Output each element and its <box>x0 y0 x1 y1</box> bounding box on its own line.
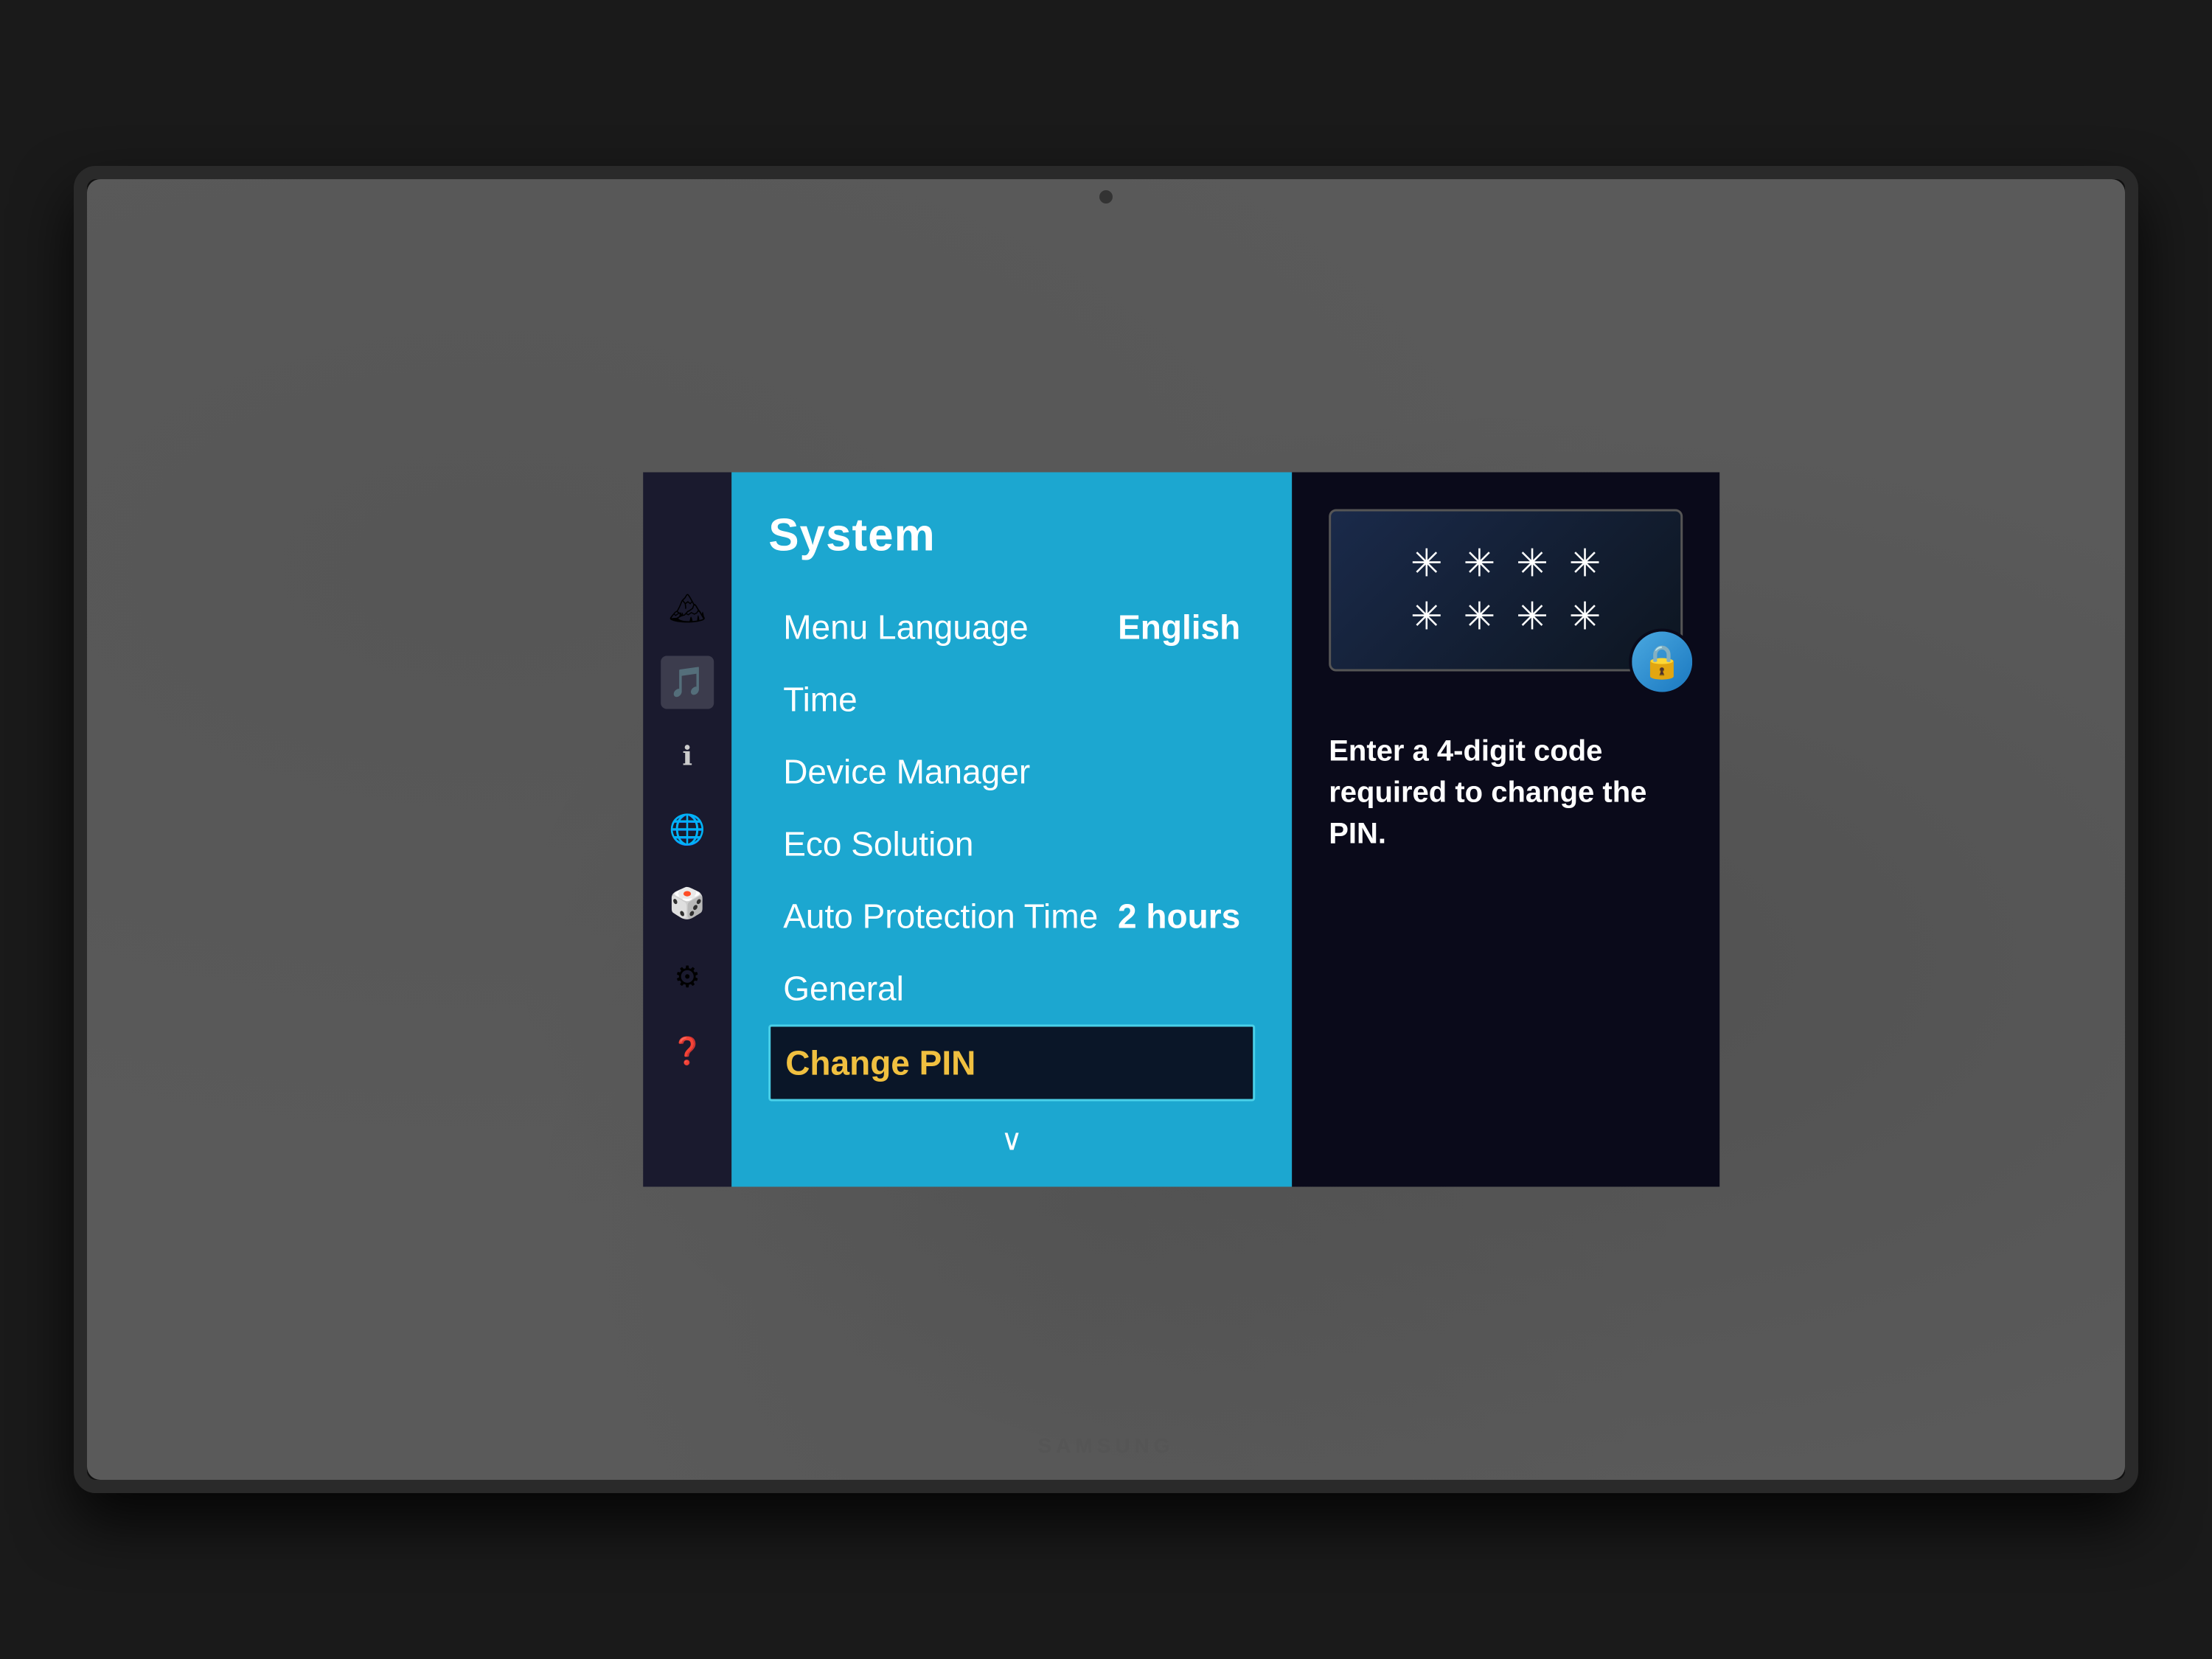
info-panel: ✳ ✳ ✳ ✳ ✳ ✳ ✳ ✳ 🔒 Enter a 4- <box>1292 473 1719 1187</box>
menu-title: System <box>768 509 1255 562</box>
pin-dot-2-3: ✳ <box>1516 598 1548 636</box>
menu-item-menu-language[interactable]: Menu Language English <box>768 591 1255 664</box>
pin-dots-row-2: ✳ ✳ ✳ ✳ <box>1411 598 1601 636</box>
sidebar-icon-web[interactable]: 🌐 <box>661 803 714 856</box>
web-icon: 🌐 <box>669 815 706 844</box>
info-icon: ℹ <box>682 742 692 769</box>
pin-dot-2-1: ✳ <box>1411 598 1443 636</box>
pin-dot-2-4: ✳ <box>1569 598 1601 636</box>
pin-dot-1-3: ✳ <box>1516 545 1548 583</box>
main-menu: System Menu Language English Time Device… <box>731 473 1292 1187</box>
change-pin-label: Change PIN <box>785 1043 975 1083</box>
menu-items: Menu Language English Time Device Manage… <box>768 591 1255 1102</box>
sidebar-icon-photos[interactable]: 🏔 <box>661 582 714 635</box>
menu-language-label: Menu Language <box>783 608 1029 647</box>
pin-description: Enter a 4-digit code required to change … <box>1321 731 1690 855</box>
menu-item-change-pin[interactable]: Change PIN <box>768 1025 1255 1102</box>
pin-dots-row-1: ✳ ✳ ✳ ✳ <box>1411 545 1601 583</box>
menu-item-time[interactable]: Time <box>768 664 1255 736</box>
help-icon: ❓ <box>671 1037 704 1064</box>
menu-item-device-manager[interactable]: Device Manager <box>768 736 1255 808</box>
sidebar-icon-apps[interactable]: 🎲 <box>661 877 714 930</box>
settings-icon: ⚙ <box>674 962 700 992</box>
lock-icon-badge: 🔒 <box>1629 629 1695 695</box>
pin-dot-2-2: ✳ <box>1464 598 1496 636</box>
sidebar: 🏔 🎵 ℹ 🌐 🎲 ⚙ ❓ <box>643 473 731 1187</box>
pin-dot-1-4: ✳ <box>1569 545 1601 583</box>
sidebar-icon-help[interactable]: ❓ <box>661 1024 714 1077</box>
pin-display-box: ✳ ✳ ✳ ✳ ✳ ✳ ✳ ✳ 🔒 <box>1329 509 1683 672</box>
eco-solution-label: Eco Solution <box>783 824 973 864</box>
auto-protection-value: 2 hours <box>1118 897 1240 936</box>
menu-item-eco-solution[interactable]: Eco Solution <box>768 808 1255 880</box>
menu-container: 🏔 🎵 ℹ 🌐 🎲 ⚙ ❓ <box>643 473 1719 1187</box>
photos-icon: 🏔 <box>669 594 706 623</box>
device-manager-label: Device Manager <box>783 752 1030 792</box>
general-label: General <box>783 969 904 1009</box>
camera <box>1099 190 1113 204</box>
scroll-down-indicator[interactable]: ∨ <box>768 1116 1255 1165</box>
menu-item-auto-protection-time[interactable]: Auto Protection Time 2 hours <box>768 880 1255 953</box>
sidebar-icon-audio[interactable]: 🎵 <box>661 655 714 709</box>
auto-protection-label: Auto Protection Time <box>783 897 1098 936</box>
sidebar-icon-info[interactable]: ℹ <box>661 729 714 782</box>
brand-label: SAMSUNG <box>1037 1434 1174 1458</box>
lock-icon: 🔒 <box>1642 643 1683 681</box>
pin-dot-1-2: ✳ <box>1464 545 1496 583</box>
menu-language-value: English <box>1118 608 1240 647</box>
tv-frame: 🏔 🎵 ℹ 🌐 🎲 ⚙ ❓ <box>74 166 2138 1493</box>
audio-icon: 🎵 <box>669 667 706 697</box>
tv-screen: 🏔 🎵 ℹ 🌐 🎲 ⚙ ❓ <box>87 179 2125 1480</box>
menu-item-general[interactable]: General <box>768 953 1255 1025</box>
time-label: Time <box>783 680 858 720</box>
sidebar-icon-settings[interactable]: ⚙ <box>661 950 714 1004</box>
pin-dot-1-1: ✳ <box>1411 545 1443 583</box>
apps-icon: 🎲 <box>669 888 706 918</box>
